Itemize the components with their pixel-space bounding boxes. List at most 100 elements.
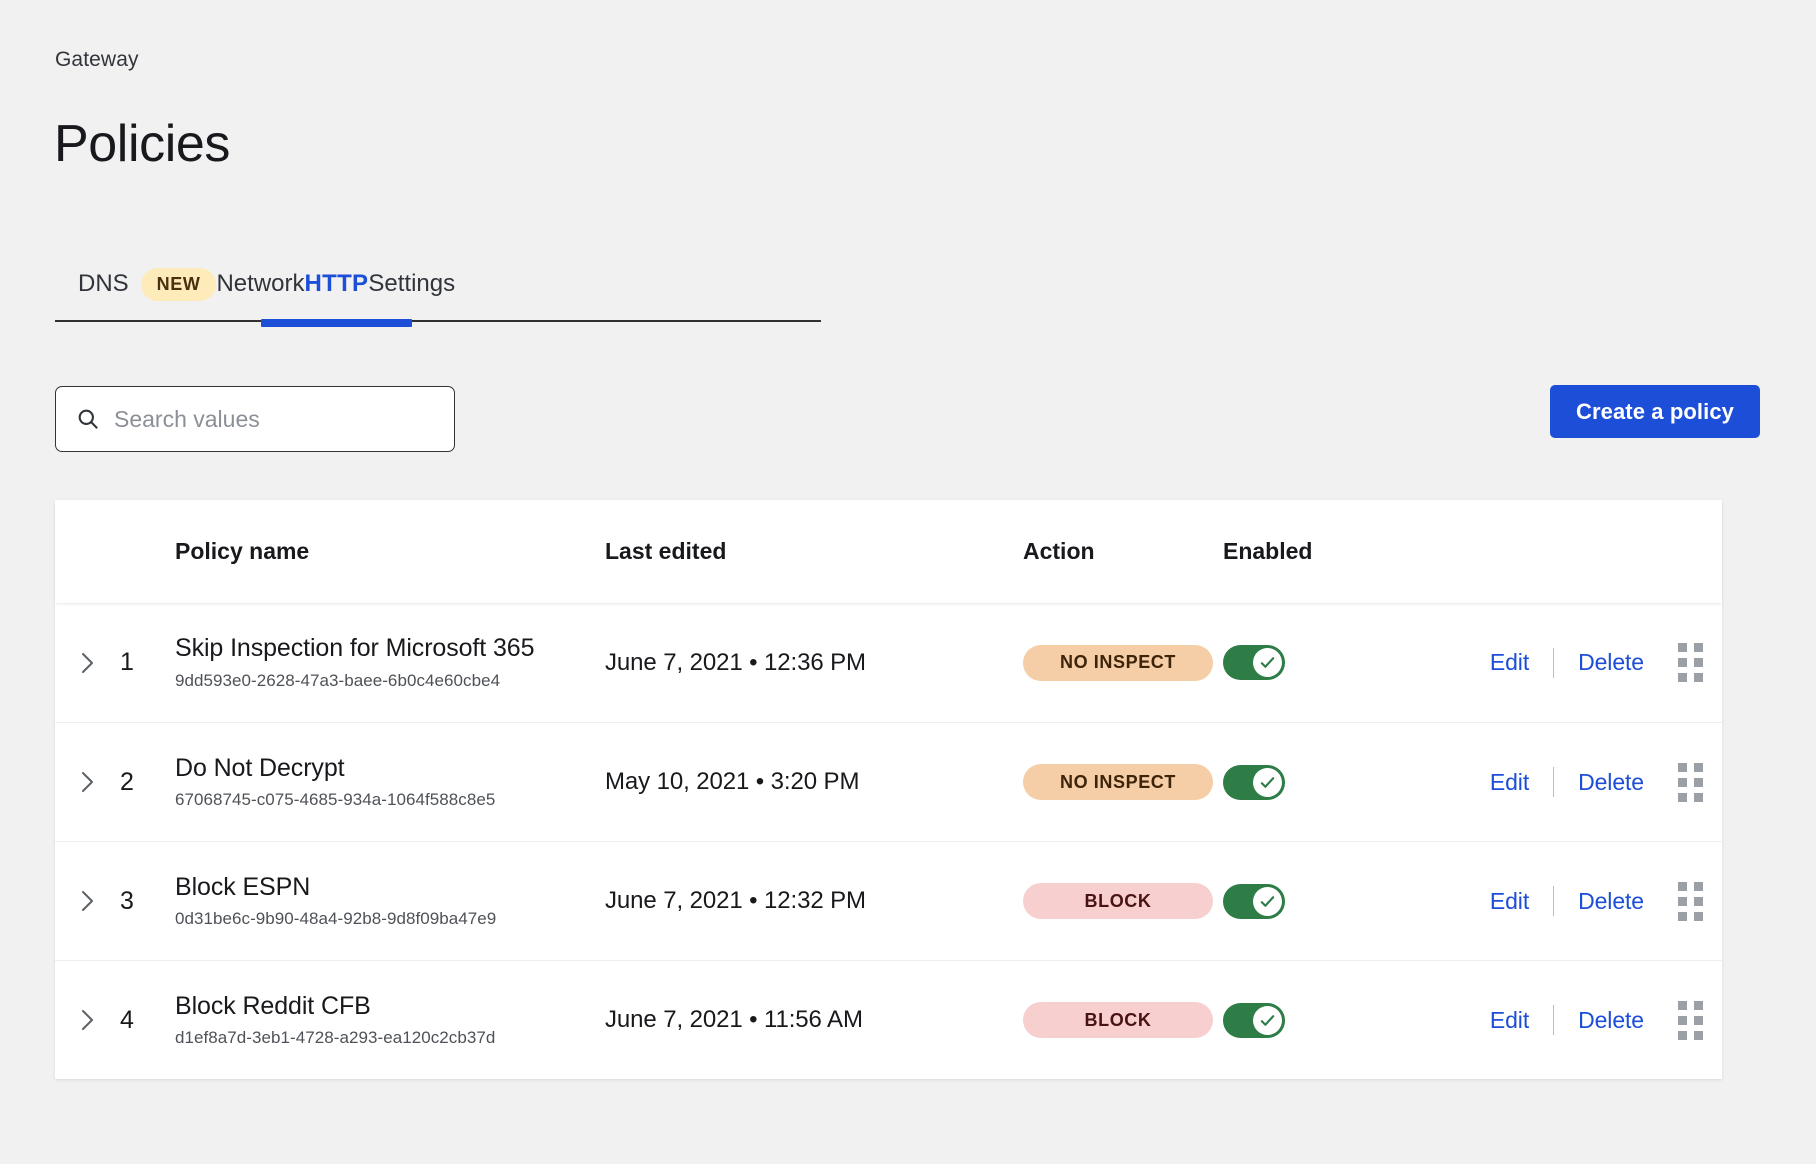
delete-link[interactable]: Delete bbox=[1578, 649, 1644, 676]
edit-link[interactable]: Edit bbox=[1490, 769, 1529, 796]
last-edited-value: May 10, 2021 • 3:20 PM bbox=[605, 768, 859, 795]
row-index-value: 1 bbox=[120, 648, 134, 676]
enabled-toggle[interactable] bbox=[1223, 1003, 1285, 1038]
last-edited-value: June 7, 2021 • 12:36 PM bbox=[605, 649, 866, 676]
enabled-cell bbox=[1223, 1003, 1413, 1038]
drag-handle-icon[interactable] bbox=[1678, 763, 1702, 802]
toggle-knob bbox=[1253, 648, 1282, 677]
row-index: 1 bbox=[120, 648, 175, 677]
enabled-toggle[interactable] bbox=[1223, 645, 1285, 680]
action-badge: NO INSPECT bbox=[1023, 645, 1213, 681]
enabled-cell bbox=[1223, 884, 1413, 919]
chevron-right-icon bbox=[81, 651, 95, 675]
action-divider bbox=[1553, 886, 1554, 916]
search-box[interactable] bbox=[55, 386, 455, 452]
create-a-policy-button[interactable]: Create a policy bbox=[1550, 385, 1760, 438]
enabled-cell bbox=[1223, 765, 1413, 800]
tab-network[interactable]: Network bbox=[216, 246, 304, 322]
row-actions: Edit Delete bbox=[1413, 882, 1722, 921]
breadcrumb: Gateway bbox=[55, 48, 139, 72]
action-badge: BLOCK bbox=[1023, 1002, 1213, 1038]
last-edited-cell: June 7, 2021 • 12:32 PM bbox=[605, 887, 1023, 915]
check-icon bbox=[1259, 893, 1276, 910]
drag-handle-icon[interactable] bbox=[1678, 882, 1702, 921]
action-divider bbox=[1553, 1005, 1554, 1035]
policy-id: d1ef8a7d-3eb1-4728-a293-ea120c2cb37d bbox=[175, 1028, 605, 1048]
policy-id: 9dd593e0-2628-47a3-baee-6b0c4e60cbe4 bbox=[175, 671, 605, 691]
policy-id: 67068745-c075-4685-934a-1064f588c8e5 bbox=[175, 790, 605, 810]
row-index-value: 2 bbox=[120, 768, 134, 796]
expand-row-button[interactable] bbox=[55, 770, 120, 794]
policy-id: 0d31be6c-9b90-48a4-92b8-9d8f09ba47e9 bbox=[175, 909, 605, 929]
table-row: 3 Block ESPN 0d31be6c-9b90-48a4-92b8-9d8f0… bbox=[55, 841, 1722, 960]
delete-link[interactable]: Delete bbox=[1578, 888, 1644, 915]
row-actions: Edit Delete bbox=[1413, 643, 1722, 682]
tab-dns-label: DNS bbox=[78, 270, 129, 298]
last-edited-value: June 7, 2021 • 12:32 PM bbox=[605, 887, 866, 914]
chevron-right-icon bbox=[81, 889, 95, 913]
enabled-toggle[interactable] bbox=[1223, 884, 1285, 919]
action-cell: NO INSPECT bbox=[1023, 764, 1223, 800]
policy-name-cell: Block ESPN 0d31be6c-9b90-48a4-92b8-9d8f09… bbox=[175, 873, 605, 930]
tab-http[interactable]: HTTP bbox=[305, 246, 369, 322]
tab-network-label: Network bbox=[216, 270, 304, 298]
enabled-cell bbox=[1223, 645, 1413, 680]
table-header-row: Policy name Last edited Action Enabled bbox=[55, 500, 1722, 603]
table-body: 1 Skip Inspection for Microsoft 365 9dd593… bbox=[55, 603, 1722, 1079]
expand-row-button[interactable] bbox=[55, 651, 120, 675]
action-cell: NO INSPECT bbox=[1023, 645, 1223, 681]
last-edited-cell: June 7, 2021 • 12:36 PM bbox=[605, 649, 1023, 677]
drag-handle-icon[interactable] bbox=[1678, 1001, 1702, 1040]
action-badge: BLOCK bbox=[1023, 883, 1213, 919]
action-divider bbox=[1553, 648, 1554, 678]
policy-name: Do Not Decrypt bbox=[175, 754, 605, 783]
policies-page: Gateway Policies DNS NEW Network HTTP Se… bbox=[0, 0, 1816, 1164]
toggle-knob bbox=[1253, 768, 1282, 797]
column-header-action: Action bbox=[1023, 538, 1223, 565]
tab-http-label: HTTP bbox=[305, 270, 369, 298]
tab-dns[interactable]: DNS NEW bbox=[78, 246, 216, 322]
toggle-knob bbox=[1253, 1006, 1282, 1035]
policy-name-cell: Skip Inspection for Microsoft 365 9dd593e… bbox=[175, 634, 605, 691]
policy-name-cell: Block Reddit CFB d1ef8a7d-3eb1-4728-a293-… bbox=[175, 992, 605, 1049]
enabled-toggle[interactable] bbox=[1223, 765, 1285, 800]
edit-link[interactable]: Edit bbox=[1490, 888, 1529, 915]
chevron-right-icon bbox=[81, 770, 95, 794]
action-badge: NO INSPECT bbox=[1023, 764, 1213, 800]
policy-name: Block ESPN bbox=[175, 873, 605, 902]
row-index: 3 bbox=[120, 887, 175, 916]
chevron-right-icon bbox=[81, 1008, 95, 1032]
tab-bar: DNS NEW Network HTTP Settings bbox=[55, 246, 821, 322]
edit-link[interactable]: Edit bbox=[1490, 1007, 1529, 1034]
drag-handle-icon[interactable] bbox=[1678, 643, 1702, 682]
last-edited-cell: May 10, 2021 • 3:20 PM bbox=[605, 768, 1023, 796]
column-header-enabled: Enabled bbox=[1223, 538, 1413, 565]
action-divider bbox=[1553, 767, 1554, 797]
delete-link[interactable]: Delete bbox=[1578, 1007, 1644, 1034]
last-edited-value: June 7, 2021 • 11:56 AM bbox=[605, 1006, 863, 1033]
row-index: 4 bbox=[120, 1006, 175, 1035]
delete-link[interactable]: Delete bbox=[1578, 769, 1644, 796]
tab-settings[interactable]: Settings bbox=[368, 246, 455, 322]
row-index-value: 3 bbox=[120, 887, 134, 915]
page-title: Policies bbox=[54, 114, 230, 174]
search-input[interactable] bbox=[114, 406, 438, 433]
action-cell: BLOCK bbox=[1023, 883, 1223, 919]
check-icon bbox=[1259, 1012, 1276, 1029]
expand-row-button[interactable] bbox=[55, 889, 120, 913]
policy-name: Skip Inspection for Microsoft 365 bbox=[175, 634, 605, 663]
search-icon bbox=[76, 407, 100, 431]
policy-name: Block Reddit CFB bbox=[175, 992, 605, 1021]
policy-name-cell: Do Not Decrypt 67068745-c075-4685-934a-10… bbox=[175, 754, 605, 811]
edit-link[interactable]: Edit bbox=[1490, 649, 1529, 676]
expand-row-button[interactable] bbox=[55, 1008, 120, 1032]
check-icon bbox=[1259, 774, 1276, 791]
toggle-knob bbox=[1253, 887, 1282, 916]
policies-table: Policy name Last edited Action Enabled 1… bbox=[55, 500, 1722, 1079]
tab-dns-new-badge: NEW bbox=[141, 268, 217, 301]
column-header-policy-name: Policy name bbox=[175, 538, 605, 565]
row-actions: Edit Delete bbox=[1413, 763, 1722, 802]
row-index-value: 4 bbox=[120, 1006, 134, 1034]
check-icon bbox=[1259, 654, 1276, 671]
row-index: 2 bbox=[120, 768, 175, 797]
